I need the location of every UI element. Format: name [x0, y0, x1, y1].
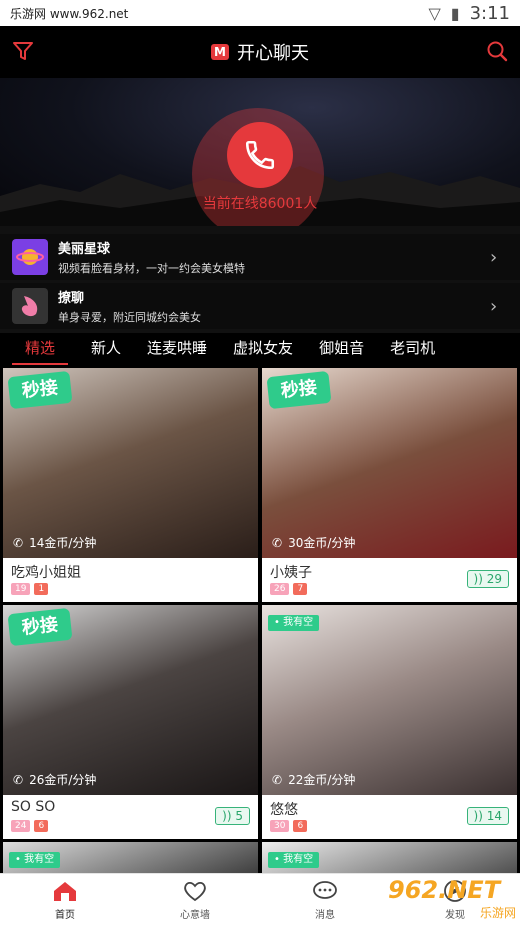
host-info: SO SO 24 6 )) 5	[3, 795, 258, 839]
status-icons: ▽ ▮ 3:11	[428, 3, 510, 24]
chevron-right-icon: ›	[490, 295, 498, 317]
app-header: M 开心聊天	[0, 26, 520, 78]
available-badge: • 我有空	[268, 852, 320, 868]
price-label: ✆ 26金币/分钟	[13, 772, 97, 788]
tab-veteran[interactable]: 老司机	[377, 333, 448, 365]
hero-banner: 当前在线86001人	[0, 78, 520, 226]
status-site-text: 乐游网 www.962.net	[10, 6, 129, 21]
phone-icon	[245, 140, 275, 170]
host-info: 悠悠 30 6 )) 14	[262, 795, 517, 839]
promo-title: 美丽星球	[58, 242, 111, 257]
planet-icon	[12, 239, 48, 275]
level-badge: 30	[270, 820, 290, 832]
app-title: M 开心聊天	[211, 39, 309, 65]
host-info: 吃鸡小姐姐 19 1	[3, 558, 258, 602]
rank-badge: 1	[34, 583, 49, 595]
status-time: 3:11	[469, 2, 510, 24]
watermark-subtext: 乐游网	[479, 906, 516, 920]
rank-badge: 6	[34, 820, 49, 832]
promo-subtitle: 视频看脸看身材，一对一约会美女模特	[58, 262, 245, 275]
message-icon	[313, 880, 337, 899]
host-name: 小姨子	[270, 565, 312, 581]
nav-label: 心意墙	[180, 909, 210, 921]
level-badge: 24	[11, 820, 31, 832]
nav-home[interactable]: 首页	[0, 874, 130, 925]
flirt-icon	[12, 288, 48, 324]
host-card[interactable]: 秒接 ✆ 26金币/分钟 SO SO 24 6 )) 5	[3, 605, 258, 839]
promo-title: 撩聊	[58, 291, 85, 306]
phone-small-icon: ✆	[272, 535, 283, 550]
call-button[interactable]	[227, 122, 293, 188]
promo-row-planet[interactable]: 美丽星球 视频看脸看身材，一对一约会美女模特 ›	[0, 234, 520, 280]
heart-icon	[184, 881, 206, 901]
price-label: ✆ 22金币/分钟	[272, 772, 356, 788]
instant-answer-badge: 秒接	[266, 370, 332, 410]
host-card[interactable]: 秒接 ✆ 14金币/分钟 吃鸡小姐姐 19 1	[3, 368, 258, 602]
nav-wish-wall[interactable]: 心意墙	[130, 874, 260, 925]
host-card[interactable]: • 我有空	[3, 842, 258, 873]
instant-answer-badge: 秒接	[7, 370, 73, 410]
host-grid: 秒接 ✆ 14金币/分钟 吃鸡小姐姐 19 1 秒接 ✆ 30金币/分钟 小姨子 2…	[0, 365, 520, 873]
nav-label: 首页	[55, 909, 75, 921]
tab-sleep-call[interactable]: 连麦哄睡	[134, 333, 220, 365]
level-badge: 26	[270, 583, 290, 595]
host-name: SO SO	[11, 799, 56, 815]
nav-messages[interactable]: 消息	[260, 874, 390, 925]
rank-badge: 6	[293, 820, 308, 832]
available-badge: • 我有空	[268, 615, 320, 631]
site-watermark: 962.NET 乐游网	[388, 876, 516, 922]
online-count: 当前在线86001人	[202, 196, 318, 212]
host-info: 小姨子 26 7 )) 29	[262, 558, 517, 602]
tab-mature-voice[interactable]: 御姐音	[306, 333, 377, 365]
battery-icon: ▮	[450, 3, 460, 23]
phone-small-icon: ✆	[13, 535, 24, 550]
instant-answer-badge: 秒接	[7, 607, 73, 647]
home-icon	[54, 881, 76, 901]
tab-virtual-girlfriend[interactable]: 虚拟女友	[220, 333, 306, 365]
filter-icon[interactable]	[12, 40, 34, 62]
app-logo: M	[211, 44, 229, 60]
host-photo	[262, 605, 517, 795]
host-card[interactable]: • 我有空 ✆ 22金币/分钟 悠悠 30 6 )) 14	[262, 605, 517, 839]
rank-badge: 7	[293, 583, 308, 595]
available-badge: • 我有空	[9, 852, 61, 868]
nav-label: 消息	[315, 909, 335, 921]
category-tabs: 精选 新人 连麦哄睡 虚拟女友 御姐音 老司机	[0, 333, 520, 365]
phone-small-icon: ✆	[272, 772, 283, 787]
voice-count-badge: )) 14	[466, 807, 509, 825]
host-name: 悠悠	[270, 802, 298, 818]
status-bar: 乐游网 www.962.net ▽ ▮ 3:11	[0, 0, 520, 26]
tab-featured[interactable]: 精选	[12, 333, 69, 365]
promo-subtitle: 单身寻爱，附近同城约会美女	[58, 311, 201, 324]
tab-newcomers[interactable]: 新人	[78, 333, 134, 365]
app-title-text: 开心聊天	[237, 43, 309, 64]
chevron-right-icon: ›	[490, 246, 498, 268]
host-card[interactable]: • 我有空	[262, 842, 517, 873]
price-label: ✆ 30金币/分钟	[272, 535, 356, 551]
level-badge: 19	[11, 583, 31, 595]
price-label: ✆ 14金币/分钟	[13, 535, 97, 551]
promo-row-chat[interactable]: 撩聊 单身寻爱，附近同城约会美女 ›	[0, 283, 520, 329]
phone-small-icon: ✆	[13, 772, 24, 787]
host-name: 吃鸡小姐姐	[11, 565, 81, 581]
wifi-icon: ▽	[428, 3, 441, 23]
host-card[interactable]: 秒接 ✆ 30金币/分钟 小姨子 26 7 )) 29	[262, 368, 517, 602]
watermark-text: 962.NET	[388, 876, 501, 904]
voice-count-badge: )) 5	[215, 807, 250, 825]
voice-count-badge: )) 29	[466, 570, 509, 588]
search-icon[interactable]	[486, 40, 508, 62]
